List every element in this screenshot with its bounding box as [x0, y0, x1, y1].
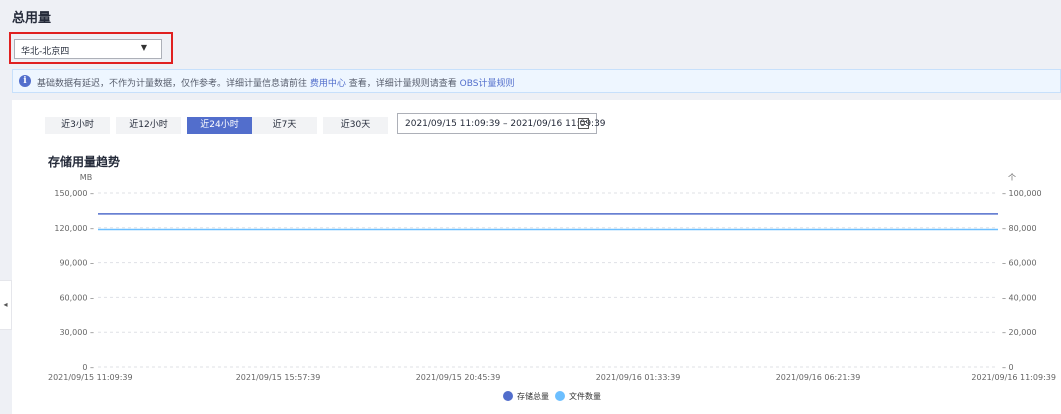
y-tick-label-left: 0 –	[82, 363, 94, 372]
y-tick-label-right: – 60,000	[1002, 259, 1037, 268]
legend-marker-2	[555, 391, 565, 401]
x-tick-label: 2021/09/16 06:21:39	[776, 373, 861, 382]
legend-marker-1	[503, 391, 513, 401]
x-tick-label: 2021/09/16 11:09:39	[971, 373, 1056, 382]
y-tick-label-left: 30,000 –	[59, 328, 94, 337]
y-tick-label-right: – 80,000	[1002, 224, 1037, 233]
storage-trend-chart: 0 – 30,000 – 60,000 – 90,000 – 120,000 – 150,…	[48, 173, 1056, 401]
y-tick-label-left: 60,000 –	[59, 293, 94, 302]
y-axis-unit-left: MB	[80, 173, 92, 182]
x-tick-label: 2021/09/16 01:33:39	[596, 373, 681, 382]
x-tick-label: 2021/09/15 11:09:39	[48, 373, 133, 382]
x-tick-label: 2021/09/15 20:45:39	[416, 373, 501, 382]
y-tick-label-right: – 0	[1002, 363, 1014, 372]
legend-label-1: 存储总量	[517, 391, 549, 401]
y-tick-label-left: 120,000 –	[54, 224, 94, 233]
y-tick-label-right: – 20,000	[1002, 328, 1037, 337]
legend-label-2: 文件数量	[569, 391, 601, 401]
x-tick-label: 2021/09/15 15:57:39	[236, 373, 321, 382]
y-tick-label-right: – 100,000	[1002, 189, 1042, 198]
y-tick-label-right: – 40,000	[1002, 293, 1037, 302]
y-axis-unit-right: 个	[1008, 173, 1016, 182]
y-tick-label-left: 150,000 –	[54, 189, 94, 198]
y-tick-label-left: 90,000 –	[59, 259, 94, 268]
